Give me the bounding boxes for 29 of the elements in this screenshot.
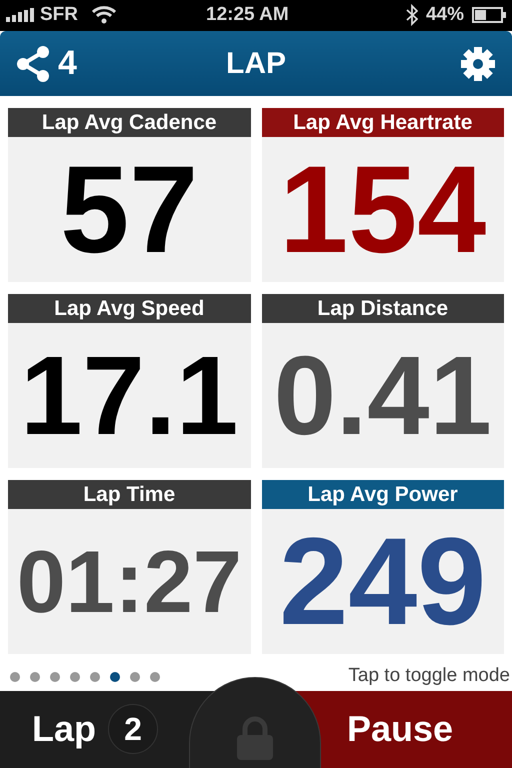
- bluetooth-icon: [406, 4, 418, 26]
- settings-button[interactable]: [460, 46, 496, 82]
- tile-header: Lap Avg Speed: [8, 294, 250, 324]
- settings-icon: [460, 46, 496, 82]
- signal-icon: [6, 8, 34, 22]
- battery-percent: 44%: [426, 3, 464, 28]
- battery-icon: [472, 7, 506, 24]
- share-button[interactable]: 4: [16, 38, 77, 90]
- tile-header: Lap Avg Power: [262, 480, 504, 510]
- lap-button[interactable]: Lap 2: [0, 690, 189, 768]
- tile-header: Lap Time: [8, 480, 250, 510]
- metric-value: 57: [60, 148, 198, 272]
- lock-icon: [236, 716, 274, 760]
- carrier-name: SFR: [40, 3, 78, 28]
- tile-header: Lap Avg Cadence: [8, 108, 250, 138]
- pause-button[interactable]: Pause: [321, 690, 512, 768]
- hint-text: Tap to toggle mode: [348, 664, 510, 688]
- metric-value: 01:27: [16, 538, 242, 626]
- tile-header: Lap Avg Heartrate: [262, 108, 504, 138]
- metric-value: 17.1: [20, 340, 238, 452]
- metric-value: 154: [279, 148, 486, 272]
- share-icon: [16, 46, 50, 82]
- wifi-icon: [92, 6, 116, 24]
- clock-time: 12:25 AM: [206, 3, 289, 28]
- lap-count: 2: [108, 704, 158, 754]
- metric-value: 0.41: [274, 340, 492, 452]
- metric-value: 249: [279, 520, 486, 644]
- tile-header: Lap Distance: [262, 294, 504, 324]
- screen-title: LAP: [225, 46, 287, 82]
